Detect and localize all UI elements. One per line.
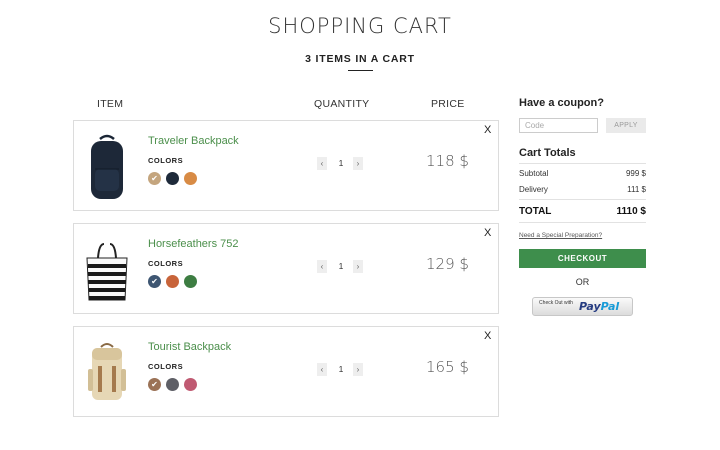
colors-label: COLORS <box>148 156 184 165</box>
quantity-value[interactable]: 1 <box>332 364 350 374</box>
quantity-increase-button[interactable]: › <box>353 363 363 376</box>
divider <box>519 222 646 223</box>
color-swatches <box>148 378 197 391</box>
divider <box>519 199 646 200</box>
remove-item-button[interactable]: X <box>484 227 491 239</box>
delivery-label: Delivery <box>519 185 548 194</box>
quantity-decrease-button[interactable]: ‹ <box>317 363 327 376</box>
product-name[interactable]: Tourist Backpack <box>148 341 231 353</box>
paypal-checkout-caption: Check Out with <box>539 300 573 306</box>
divider <box>519 163 646 164</box>
apply-coupon-button[interactable]: APPLY <box>606 118 646 133</box>
color-swatches <box>148 172 197 185</box>
color-swatch[interactable] <box>166 378 179 391</box>
item-price: 165 $ <box>426 358 469 376</box>
remove-item-button[interactable]: X <box>484 124 491 136</box>
cart-totals-heading: Cart Totals <box>519 147 576 159</box>
coupon-code-input[interactable] <box>519 118 598 133</box>
quantity-decrease-button[interactable]: ‹ <box>317 260 327 273</box>
delivery-value: 111 $ <box>627 185 646 194</box>
or-separator: OR <box>575 277 590 287</box>
color-swatch[interactable] <box>148 378 161 391</box>
page-title: SHOPPING CART <box>268 14 452 38</box>
column-header-quantity: QUANTITY <box>314 98 370 110</box>
cart-item: Horsefeathers 752 COLORS ‹ 1 › 129 $ X <box>73 223 499 314</box>
paypal-checkout-button[interactable]: Check Out with PayPal <box>532 297 633 316</box>
checkout-button[interactable]: CHECKOUT <box>519 249 646 268</box>
striped-tote-bag-image <box>86 243 128 301</box>
total-value: 1110 $ <box>616 206 646 217</box>
item-price: 118 $ <box>426 152 469 170</box>
color-swatch[interactable] <box>166 275 179 288</box>
column-header-item: ITEM <box>97 98 124 110</box>
subtotal-label: Subtotal <box>519 169 549 178</box>
quantity-decrease-button[interactable]: ‹ <box>317 157 327 170</box>
quantity-value[interactable]: 1 <box>332 158 350 168</box>
coupon-heading: Have a coupon? <box>519 97 604 109</box>
color-swatch[interactable] <box>148 275 161 288</box>
tourist-backpack-image <box>88 343 126 400</box>
cart-count: 3 ITEMS IN A CART <box>305 53 415 65</box>
color-swatch[interactable] <box>184 172 197 185</box>
title-underline <box>348 70 373 71</box>
subtotal-value: 999 $ <box>625 169 646 178</box>
column-header-price: PRICE <box>431 98 465 110</box>
quantity-increase-button[interactable]: › <box>353 260 363 273</box>
traveler-backpack-image <box>91 134 123 199</box>
item-price: 129 $ <box>426 255 469 273</box>
product-name[interactable]: Traveler Backpack <box>148 135 239 147</box>
product-name[interactable]: Horsefeathers 752 <box>148 238 239 250</box>
cart-item: Tourist Backpack COLORS ‹ 1 › 165 $ X <box>73 326 499 417</box>
colors-label: COLORS <box>148 362 184 371</box>
color-swatches <box>148 275 197 288</box>
remove-item-button[interactable]: X <box>484 330 491 342</box>
quantity-value[interactable]: 1 <box>332 261 350 271</box>
special-preparation-link[interactable]: Need a Special Preparation? <box>519 232 602 239</box>
paypal-logo-pay: Pay <box>579 300 601 313</box>
color-swatch[interactable] <box>184 275 197 288</box>
paypal-logo-pal: Pal <box>600 300 620 313</box>
total-label: TOTAL <box>519 206 552 217</box>
colors-label: COLORS <box>148 259 184 268</box>
color-swatch[interactable] <box>148 172 161 185</box>
quantity-increase-button[interactable]: › <box>353 157 363 170</box>
color-swatch[interactable] <box>166 172 179 185</box>
paypal-logo: PayPal <box>579 300 619 313</box>
cart-item: Traveler Backpack COLORS ‹ 1 › 118 $ X <box>73 120 499 211</box>
color-swatch[interactable] <box>184 378 197 391</box>
